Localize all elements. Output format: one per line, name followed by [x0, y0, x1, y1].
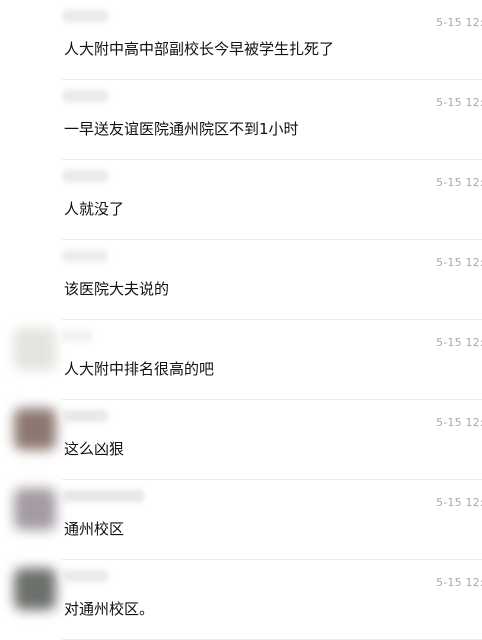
comment-timestamp: 5-15 12:3 [436, 256, 482, 269]
username-blurred[interactable] [62, 170, 108, 182]
comment-text: 这么凶狠 [64, 440, 125, 458]
comment-item[interactable]: 5-15 12:3 人大附中排名很高的吧 [0, 320, 482, 400]
comment-timestamp: 5-15 12:3 [436, 96, 482, 109]
comment-item[interactable]: 5-15 12:3 通州校区 [0, 480, 482, 560]
user-avatar[interactable] [14, 408, 56, 450]
comment-item[interactable]: 5-15 12:3 人大附中高中部副校长今早被学生扎死了 [0, 0, 482, 80]
comment-timestamp: 5-15 12:3 [436, 176, 482, 189]
comment-text: 一早送友谊医院通州院区不到1小时 [64, 120, 299, 138]
comment-item[interactable]: 5-15 12:5 这么凶狠 [0, 400, 482, 480]
comment-timestamp: 5-15 12:5 [436, 576, 482, 589]
username-blurred[interactable] [62, 410, 108, 422]
comment-timestamp: 5-15 12:5 [436, 416, 482, 429]
comment-item[interactable]: 5-15 12:3 人就没了 [0, 160, 482, 240]
comment-timestamp: 5-15 12:3 [436, 496, 482, 509]
username-blurred[interactable] [62, 570, 108, 582]
comment-list: 5-15 12:3 人大附中高中部副校长今早被学生扎死了 5-15 12:3 一早送友… [0, 0, 482, 640]
comment-text: 人大附中高中部副校长今早被学生扎死了 [64, 40, 335, 58]
username-blurred[interactable] [62, 490, 144, 502]
username-blurred[interactable] [62, 330, 92, 342]
user-avatar[interactable] [14, 328, 56, 370]
comment-timestamp: 5-15 12:3 [436, 336, 482, 349]
comment-text: 对通州校区。 [64, 600, 155, 618]
user-avatar[interactable] [14, 568, 56, 610]
comment-item[interactable]: 5-15 12:3 该医院大夫说的 [0, 240, 482, 320]
comment-text: 人就没了 [64, 200, 125, 218]
comment-item[interactable]: 5-15 12:5 对通州校区。 [0, 560, 482, 640]
user-avatar[interactable] [14, 488, 56, 530]
comment-text: 该医院大夫说的 [64, 280, 170, 298]
comment-item[interactable]: 5-15 12:3 一早送友谊医院通州院区不到1小时 [0, 80, 482, 160]
username-blurred[interactable] [62, 250, 108, 262]
username-blurred[interactable] [62, 10, 108, 22]
comment-text: 通州校区 [64, 520, 125, 538]
comment-text: 人大附中排名很高的吧 [64, 360, 215, 378]
username-blurred[interactable] [62, 90, 108, 102]
comment-timestamp: 5-15 12:3 [436, 16, 482, 29]
